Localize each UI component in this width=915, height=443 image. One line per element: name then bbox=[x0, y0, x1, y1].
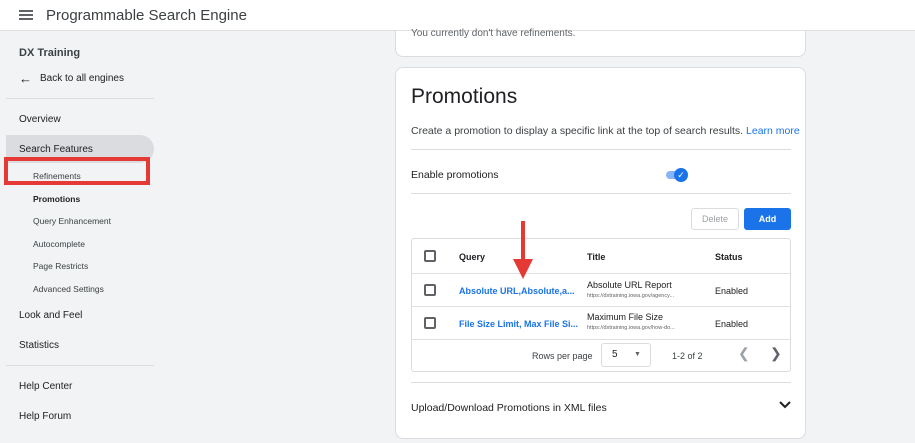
row-query-link[interactable]: Absolute URL,Absolute,a... bbox=[459, 286, 575, 296]
sidebar-subitem-autocomplete[interactable]: Autocomplete bbox=[33, 239, 85, 249]
description-text: Create a promotion to display a specific… bbox=[411, 125, 744, 137]
sidebar-item-overview[interactable]: Overview bbox=[19, 114, 61, 125]
sidebar: DX Training ← Back to all engines Overvi… bbox=[0, 31, 170, 443]
rows-per-page-select[interactable]: 5 ▼ bbox=[601, 343, 651, 367]
row-checkbox[interactable] bbox=[424, 284, 436, 296]
enable-promotions-toggle[interactable]: ✓ bbox=[666, 168, 688, 182]
row-url: https://dxtraining.iowa.gov/how-do... bbox=[587, 325, 675, 331]
select-all-checkbox[interactable] bbox=[424, 250, 436, 262]
sidebar-subitem-advanced-settings[interactable]: Advanced Settings bbox=[33, 284, 104, 294]
rows-per-page-label: Rows per page bbox=[532, 351, 593, 361]
row-url: https://dxtraining.iowa.gov/agency... bbox=[587, 293, 675, 299]
chevron-right-icon[interactable]: ❯ bbox=[770, 345, 782, 362]
sidebar-item-look-and-feel[interactable]: Look and Feel bbox=[19, 310, 82, 321]
app-title: Programmable Search Engine bbox=[46, 6, 247, 24]
sidebar-item-statistics[interactable]: Statistics bbox=[19, 340, 59, 351]
check-icon: ✓ bbox=[674, 168, 688, 182]
upload-download-xml-section[interactable]: Upload/Download Promotions in XML files bbox=[411, 402, 607, 414]
divider bbox=[411, 193, 791, 194]
sidebar-item-help-forum[interactable]: Help Forum bbox=[19, 411, 71, 422]
column-header-status[interactable]: Status bbox=[715, 252, 743, 262]
divider bbox=[411, 382, 791, 383]
row-query-link[interactable]: File Size Limit, Max File Si... bbox=[459, 319, 578, 329]
back-label: Back to all engines bbox=[40, 73, 124, 84]
chevron-left-icon[interactable]: ❮ bbox=[738, 345, 750, 362]
chevron-down-icon[interactable] bbox=[778, 398, 792, 412]
pagination-range: 1-2 of 2 bbox=[672, 351, 703, 361]
highlight-annotation-box bbox=[4, 157, 150, 185]
sidebar-subitem-query-enhancement[interactable]: Query Enhancement bbox=[33, 216, 111, 226]
table-row[interactable]: Absolute URL,Absolute,a... Absolute URL … bbox=[412, 274, 790, 307]
divider bbox=[411, 149, 791, 150]
table-header-row: Query Title Status bbox=[412, 239, 790, 274]
promotions-card: Promotions Create a promotion to display… bbox=[395, 67, 806, 439]
promotions-table: Query Title Status Absolute URL,Absolute… bbox=[411, 238, 791, 372]
refinements-card: You currently don't have refinements. bbox=[395, 28, 806, 57]
red-arrow-annotation-icon bbox=[513, 221, 533, 279]
row-status: Enabled bbox=[715, 286, 749, 296]
sidebar-item-search-features[interactable]: Search Features bbox=[19, 144, 93, 155]
sidebar-item-help-center[interactable]: Help Center bbox=[19, 381, 72, 392]
sidebar-subitem-promotions[interactable]: Promotions bbox=[33, 194, 80, 204]
row-status: Enabled bbox=[715, 319, 749, 329]
sidebar-divider bbox=[6, 98, 154, 99]
column-header-query[interactable]: Query bbox=[459, 252, 485, 262]
promotions-description: Create a promotion to display a specific… bbox=[411, 125, 800, 137]
sidebar-subitem-page-restricts[interactable]: Page Restricts bbox=[33, 261, 88, 271]
top-app-bar: Programmable Search Engine bbox=[0, 0, 915, 31]
column-header-title[interactable]: Title bbox=[587, 252, 605, 262]
table-row[interactable]: File Size Limit, Max File Si... Maximum … bbox=[412, 307, 790, 340]
back-to-engines-link[interactable]: ← Back to all engines bbox=[19, 71, 124, 86]
refinements-empty-text: You currently don't have refinements. bbox=[411, 28, 576, 39]
page-title: Promotions bbox=[411, 85, 518, 108]
row-title: Maximum File Size bbox=[587, 312, 664, 322]
project-name: DX Training bbox=[19, 47, 81, 59]
row-title: Absolute URL Report bbox=[587, 280, 672, 290]
rows-per-page-value: 5 bbox=[612, 349, 618, 360]
row-checkbox[interactable] bbox=[424, 317, 436, 329]
caret-down-icon: ▼ bbox=[634, 351, 641, 358]
delete-button[interactable]: Delete bbox=[691, 208, 739, 230]
enable-promotions-label: Enable promotions bbox=[411, 169, 499, 181]
learn-more-link[interactable]: Learn more bbox=[746, 125, 800, 137]
arrow-left-icon: ← bbox=[19, 71, 32, 86]
sidebar-divider bbox=[6, 365, 154, 366]
menu-icon[interactable] bbox=[19, 10, 33, 20]
add-button[interactable]: Add bbox=[744, 208, 791, 230]
